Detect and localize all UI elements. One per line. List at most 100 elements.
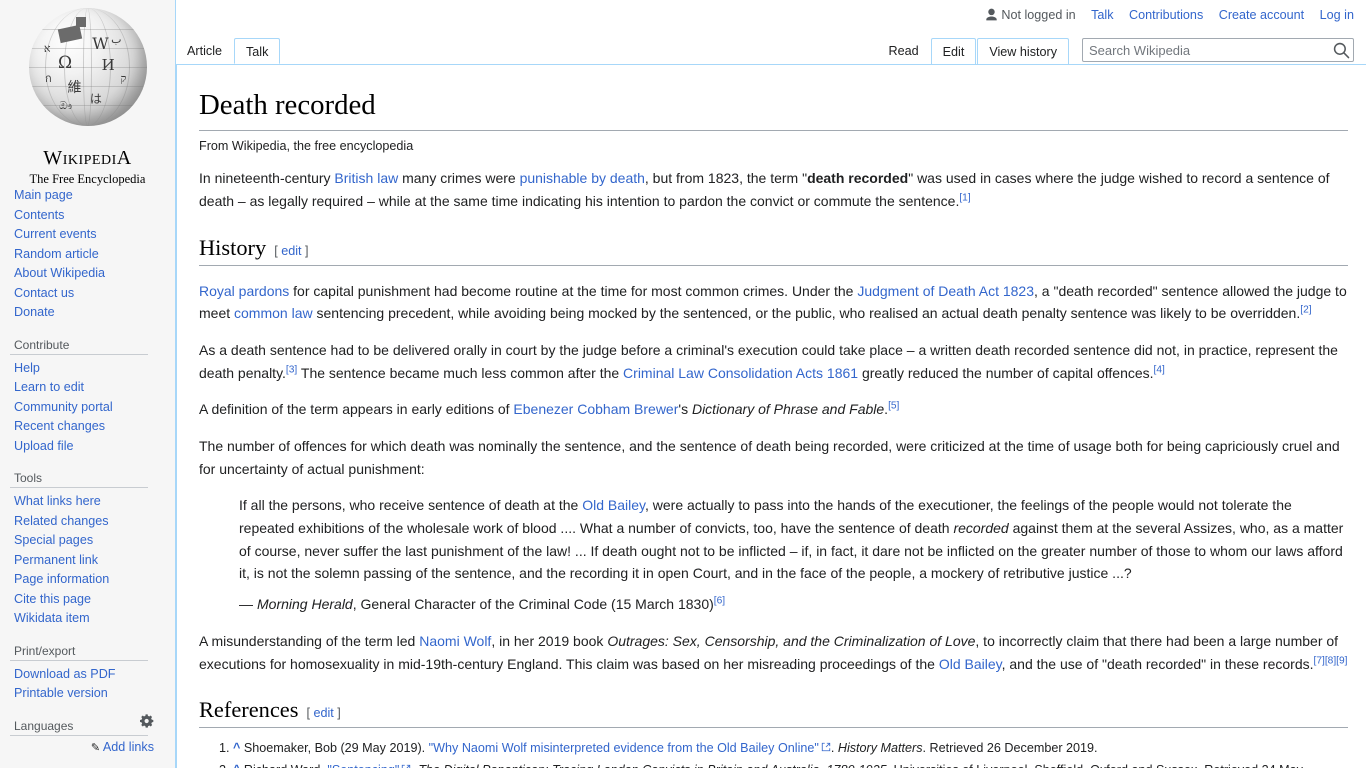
history-p3-text-1: A definition of the term appears in earl… bbox=[199, 401, 514, 418]
sidebar-item-special-pages[interactable]: Special pages bbox=[10, 531, 175, 551]
sidebar-item-main-page[interactable]: Main page bbox=[10, 186, 175, 206]
wikipedia-logo[interactable]: W Ω И 維 א ก ب ק は ඖ WIKIPEDIA The Free E… bbox=[8, 0, 168, 186]
reference-marker-9[interactable]: [9] bbox=[1336, 655, 1347, 666]
sidebar-link-donate[interactable]: Donate bbox=[14, 305, 55, 319]
reference-1-external-link[interactable]: "Why Naomi Wolf misinterpreted evidence … bbox=[429, 741, 819, 755]
reference-link-1[interactable]: [1] bbox=[959, 192, 970, 203]
personal-link-contributions[interactable]: Contributions bbox=[1129, 8, 1203, 22]
sidebar-link-printable-version[interactable]: Printable version bbox=[14, 686, 108, 700]
reference-link-6[interactable]: [6] bbox=[714, 596, 725, 607]
sidebar-item-related-changes[interactable]: Related changes bbox=[10, 512, 175, 532]
reference-backlink-2[interactable]: ^ bbox=[233, 763, 240, 768]
reference-marker-6[interactable]: [6] bbox=[714, 596, 725, 607]
reference-link-2[interactable]: [2] bbox=[1300, 305, 1311, 316]
sidebar-item-current-events[interactable]: Current events bbox=[10, 225, 175, 245]
sidebar-item-what-links-here[interactable]: What links here bbox=[10, 492, 175, 512]
reference-1-publication: History Matters bbox=[837, 741, 923, 756]
sidebar-item-contact-us[interactable]: Contact us bbox=[10, 284, 175, 304]
sidebar-link-help[interactable]: Help bbox=[14, 361, 40, 375]
tab-edit[interactable]: Edit bbox=[930, 38, 977, 64]
sidebar-link-add-links[interactable]: Add links bbox=[103, 740, 154, 754]
reference-marker-5[interactable]: [5] bbox=[888, 401, 899, 412]
sidebar-link-main-page[interactable]: Main page bbox=[14, 188, 73, 202]
reference-2-text-3: . Universities of Liverpool, Sheffield, … bbox=[887, 763, 1303, 768]
sidebar-link-contents[interactable]: Contents bbox=[14, 208, 64, 222]
edit-link-references[interactable]: edit bbox=[313, 706, 333, 720]
reference-marker-7[interactable]: [7] bbox=[1314, 655, 1325, 666]
personal-log-in-link[interactable]: Log in bbox=[1320, 8, 1354, 22]
personal-contributions-link[interactable]: Contributions bbox=[1129, 8, 1203, 22]
history-paragraph-3: A definition of the term appears in earl… bbox=[199, 398, 1348, 421]
sidebar-item-download-as-pdf[interactable]: Download as PDF bbox=[10, 665, 175, 685]
link-criminal-law-consolidation-acts-1861[interactable]: Criminal Law Consolidation Acts 1861 bbox=[623, 365, 858, 381]
tab-talk[interactable]: Talk bbox=[234, 38, 281, 64]
personal-create-account-link[interactable]: Create account bbox=[1219, 8, 1304, 22]
sidebar-link-learn-to-edit[interactable]: Learn to edit bbox=[14, 380, 84, 394]
reference-marker-3[interactable]: [3] bbox=[286, 364, 297, 375]
link-old-bailey-quote[interactable]: Old Bailey bbox=[582, 497, 645, 513]
tab-article[interactable]: Article bbox=[176, 38, 233, 64]
reference-backlink-1[interactable]: ^ bbox=[233, 741, 240, 755]
tab-view-history[interactable]: View history bbox=[977, 38, 1069, 64]
search-icon[interactable] bbox=[1332, 41, 1351, 60]
sidebar-link-cite-this-page[interactable]: Cite this page bbox=[14, 592, 91, 606]
reference-link-5[interactable]: [5] bbox=[888, 401, 899, 412]
sidebar-link-current-events[interactable]: Current events bbox=[14, 227, 97, 241]
sidebar-item-help[interactable]: Help bbox=[10, 359, 175, 379]
sidebar-item-cite-this-page[interactable]: Cite this page bbox=[10, 590, 175, 610]
personal-link-talk[interactable]: Talk bbox=[1091, 8, 1113, 22]
sidebar-item-about-wikipedia[interactable]: About Wikipedia bbox=[10, 264, 175, 284]
search-input[interactable] bbox=[1082, 38, 1354, 62]
link-ebenezer-cobham-brewer[interactable]: Ebenezer Cobham Brewer bbox=[513, 401, 678, 417]
link-naomi-wolf[interactable]: Naomi Wolf bbox=[419, 633, 491, 649]
sidebar-link-upload-file[interactable]: Upload file bbox=[14, 439, 74, 453]
personal-link-log-in[interactable]: Log in bbox=[1320, 8, 1354, 22]
sidebar-item-contents[interactable]: Contents bbox=[10, 206, 175, 226]
reference-link-4[interactable]: [4] bbox=[1154, 364, 1165, 375]
sidebar-link-download-as-pdf[interactable]: Download as PDF bbox=[14, 667, 116, 681]
reference-link-3[interactable]: [3] bbox=[286, 364, 297, 375]
sidebar-link-contact-us[interactable]: Contact us bbox=[14, 286, 74, 300]
sidebar-link-recent-changes[interactable]: Recent changes bbox=[14, 419, 105, 433]
link-british-law[interactable]: British law bbox=[334, 170, 398, 186]
sidebar-link-community-portal[interactable]: Community portal bbox=[14, 400, 113, 414]
sidebar-link-random-article[interactable]: Random article bbox=[14, 247, 99, 261]
link-common-law[interactable]: common law bbox=[234, 305, 313, 321]
reference-link-9[interactable]: [9] bbox=[1336, 655, 1347, 666]
sidebar-item-upload-file[interactable]: Upload file bbox=[10, 437, 175, 457]
sidebar-item-printable-version[interactable]: Printable version bbox=[10, 684, 175, 704]
sidebar-item-page-information[interactable]: Page information bbox=[10, 570, 175, 590]
sidebar-link-permanent-link[interactable]: Permanent link bbox=[14, 553, 98, 567]
personal-link-create-account[interactable]: Create account bbox=[1219, 8, 1304, 22]
sidebar-item-community-portal[interactable]: Community portal bbox=[10, 398, 175, 418]
sidebar-link-what-links-here[interactable]: What links here bbox=[14, 494, 101, 508]
sidebar-add-links[interactable]: ✎ Add links bbox=[10, 736, 154, 754]
link-judgment-of-death-act-1823[interactable]: Judgment of Death Act 1823 bbox=[857, 283, 1034, 299]
gear-icon[interactable] bbox=[140, 714, 154, 728]
sidebar-link-page-information[interactable]: Page information bbox=[14, 572, 109, 586]
edit-link-history[interactable]: edit bbox=[281, 244, 301, 258]
sidebar-item-random-article[interactable]: Random article bbox=[10, 245, 175, 265]
reference-marker-8[interactable]: [8] bbox=[1325, 655, 1336, 666]
reference-link-7[interactable]: [7] bbox=[1314, 655, 1325, 666]
link-royal-pardons[interactable]: Royal pardons bbox=[199, 283, 289, 299]
reference-link-8[interactable]: [8] bbox=[1325, 655, 1336, 666]
tab-read[interactable]: Read bbox=[877, 38, 930, 64]
reference-2-external-link[interactable]: "Sentencing" bbox=[327, 763, 399, 768]
sidebar-item-learn-to-edit[interactable]: Learn to edit bbox=[10, 378, 175, 398]
reference-marker-2[interactable]: [2] bbox=[1300, 305, 1311, 316]
sidebar-link-about-wikipedia[interactable]: About Wikipedia bbox=[14, 266, 105, 280]
sidebar-link-special-pages[interactable]: Special pages bbox=[14, 533, 93, 547]
sidebar-item-recent-changes[interactable]: Recent changes bbox=[10, 417, 175, 437]
sidebar-item-wikidata-item[interactable]: Wikidata item bbox=[10, 609, 175, 629]
personal-talk-link[interactable]: Talk bbox=[1091, 8, 1113, 22]
sidebar-item-donate[interactable]: Donate bbox=[10, 303, 175, 323]
reference-marker-1[interactable]: [1] bbox=[959, 192, 970, 203]
link-punishable-by-death[interactable]: punishable by death bbox=[520, 170, 645, 186]
link-old-bailey[interactable]: Old Bailey bbox=[939, 656, 1002, 672]
sidebar-item-permanent-link[interactable]: Permanent link bbox=[10, 551, 175, 571]
sidebar-link-related-changes[interactable]: Related changes bbox=[14, 514, 109, 528]
reference-marker-4[interactable]: [4] bbox=[1154, 364, 1165, 375]
sidebar-link-wikidata-item[interactable]: Wikidata item bbox=[14, 611, 90, 625]
sidebar-section-languages: Languages ✎ Add links bbox=[10, 714, 175, 754]
